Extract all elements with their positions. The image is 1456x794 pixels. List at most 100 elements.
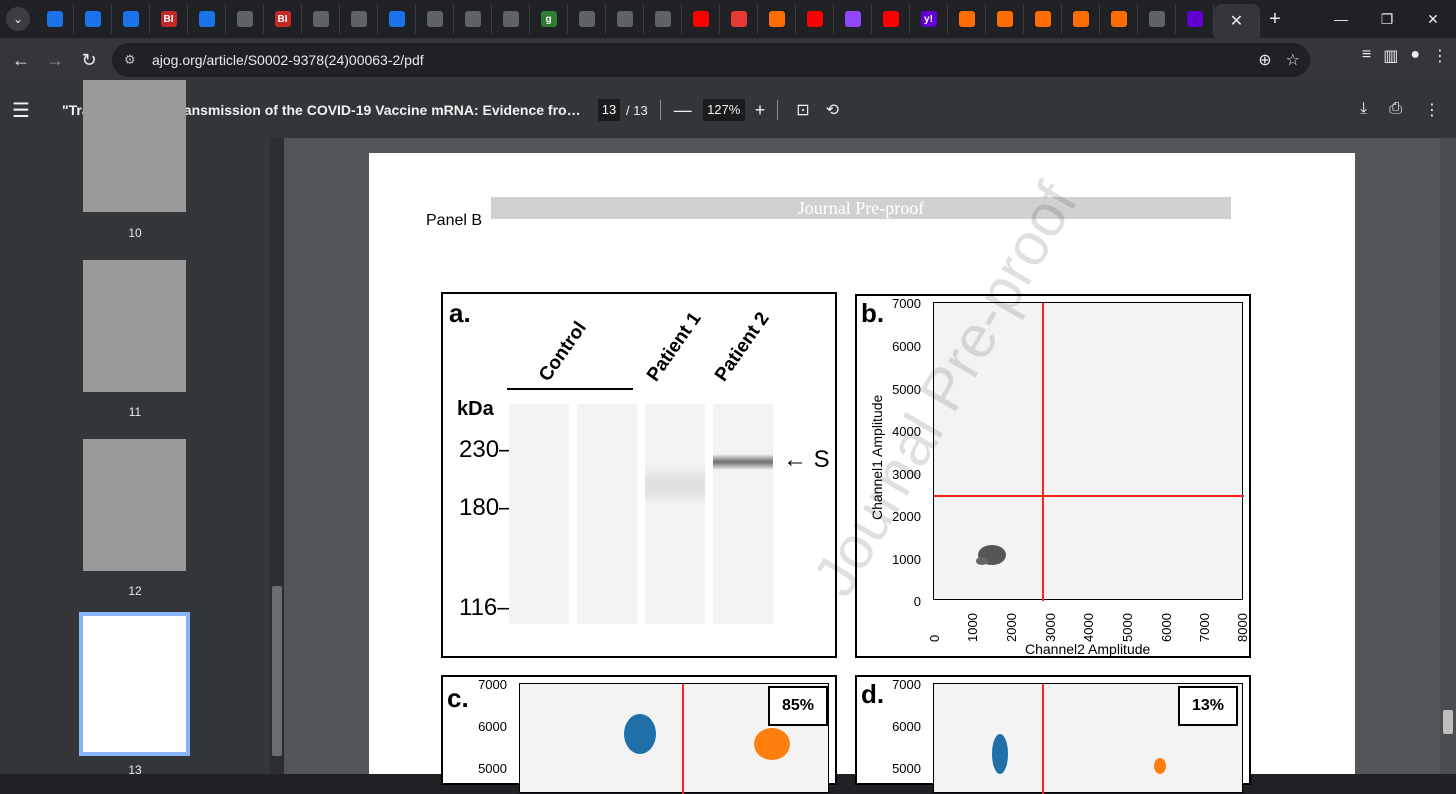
browser-tab-30[interactable]	[1176, 4, 1214, 34]
viewer-scroll-thumb[interactable]	[1443, 710, 1453, 734]
zoom-out-button[interactable]: —	[673, 100, 693, 121]
browser-tab-21[interactable]	[834, 4, 872, 34]
browser-tab-16[interactable]	[644, 4, 682, 34]
y-tick: 6000	[892, 339, 921, 354]
url-text[interactable]: ajog.org/article/S0002-9378(24)00063-2/p…	[152, 52, 424, 68]
browser-tab-12[interactable]	[492, 4, 530, 34]
reload-button[interactable]: ↻	[72, 43, 106, 77]
browser-tab-23[interactable]: y!	[910, 4, 948, 34]
browser-tab-7[interactable]	[302, 4, 340, 34]
browser-tab-11[interactable]	[454, 4, 492, 34]
tab-favicon-icon	[350, 11, 367, 27]
toolbar: ← → ↻ ⚙ ajog.org/article/S0002-9378(24)0…	[0, 38, 1456, 82]
side-panel-icon[interactable]: ▥	[1383, 46, 1398, 66]
browser-tab-27[interactable]	[1062, 4, 1100, 34]
tab-favicon-icon: BI	[274, 11, 291, 27]
profile-icon[interactable]: ●	[1410, 46, 1420, 66]
browser-tab-5[interactable]	[226, 4, 264, 34]
tab-favicon-icon	[1072, 11, 1089, 27]
x-tick: 3000	[1043, 613, 1058, 642]
browser-tab-20[interactable]	[796, 4, 834, 34]
thumbnail-page-10[interactable]	[83, 80, 186, 212]
new-tab-button[interactable]: +	[1260, 8, 1290, 31]
reading-list-icon[interactable]: ≡	[1362, 46, 1371, 66]
tab-favicon-icon	[198, 11, 215, 27]
browser-tab-0[interactable]	[36, 4, 74, 34]
x-tick: 8000	[1235, 613, 1250, 642]
control-bracket-line	[507, 388, 633, 390]
browser-menu-icon[interactable]: ⋮	[1432, 46, 1448, 66]
close-window-button[interactable]: ✕	[1410, 0, 1456, 38]
browser-tab-17[interactable]	[682, 4, 720, 34]
browser-tab-10[interactable]	[416, 4, 454, 34]
browser-tab-28[interactable]	[1100, 4, 1138, 34]
restore-button[interactable]: ❐	[1364, 0, 1410, 38]
browser-tab-1[interactable]	[74, 4, 112, 34]
tab-favicon-icon	[1110, 11, 1127, 27]
browser-tab-18[interactable]	[720, 4, 758, 34]
tab-search-button[interactable]: ⌄	[6, 7, 30, 31]
viewer-scrollbar[interactable]	[1440, 138, 1456, 774]
minimize-button[interactable]: —	[1318, 0, 1364, 38]
zoom-in-button[interactable]: +	[755, 100, 766, 121]
thumbnail-page-11[interactable]	[83, 260, 186, 392]
blot-lane-patient-2	[713, 404, 773, 624]
sidebar-scroll-thumb[interactable]	[272, 586, 282, 756]
page-total: / 13	[626, 102, 648, 118]
forward-button[interactable]: →	[38, 43, 72, 77]
tab-favicon-icon	[996, 11, 1013, 27]
ddpcr-plot-c: c. 85% 7000 6000 5000	[441, 675, 837, 794]
pdf-menu-icon[interactable]: ☰	[12, 98, 52, 123]
toolbar-divider	[659, 100, 661, 120]
address-bar[interactable]: ⚙ ajog.org/article/S0002-9378(24)00063-2…	[112, 43, 1310, 77]
back-button[interactable]: ←	[4, 43, 38, 77]
active-tab-close-button[interactable]: ✕	[1214, 4, 1260, 38]
site-info-icon[interactable]: ⚙	[124, 52, 144, 68]
browser-tab-9[interactable]	[378, 4, 416, 34]
tab-favicon-icon	[502, 11, 519, 27]
bookmark-star-icon[interactable]: ☆	[1286, 50, 1300, 70]
mw-marker-230: 230–	[459, 436, 513, 463]
blot-lane-patient-1	[645, 404, 705, 624]
browser-tab-14[interactable]	[568, 4, 606, 34]
browser-tab-13[interactable]: g	[530, 4, 568, 34]
tab-favicon-icon	[122, 11, 139, 27]
thumbnail-page-12[interactable]	[83, 439, 186, 571]
page-number-input[interactable]: 13	[598, 99, 620, 121]
tab-favicon-icon	[46, 11, 63, 27]
browser-tab-25[interactable]	[986, 4, 1024, 34]
browser-tab-24[interactable]	[948, 4, 986, 34]
tab-strip: ⌄ BI BI g y! ✕ + — ❐ ✕	[0, 0, 1456, 38]
tab-favicon-icon	[768, 11, 785, 27]
x-tick: 4000	[1081, 613, 1096, 642]
mw-marker-116: 116–	[459, 594, 511, 621]
browser-tab-6[interactable]: BI	[264, 4, 302, 34]
x-tick: 7000	[1197, 613, 1212, 642]
browser-tab-22[interactable]	[872, 4, 910, 34]
tab-favicon-icon	[882, 11, 899, 27]
browser-tab-29[interactable]	[1138, 4, 1176, 34]
browser-tab-4[interactable]	[188, 4, 226, 34]
toolbar-divider	[777, 100, 779, 120]
zoom-icon[interactable]: ⊕	[1258, 50, 1271, 70]
browser-tab-8[interactable]	[340, 4, 378, 34]
rotate-icon[interactable]: ⟲	[826, 100, 839, 120]
browser-tab-19[interactable]	[758, 4, 796, 34]
download-icon[interactable]: ⤓	[1360, 100, 1367, 120]
western-blot-figure: a. Control Patient 1 Patient 2 kDa 230– …	[441, 292, 837, 658]
more-options-icon[interactable]: ⋮	[1424, 100, 1440, 120]
browser-tab-2[interactable]	[112, 4, 150, 34]
thumbnail-page-13[interactable]	[79, 612, 190, 756]
sidebar-scrollbar[interactable]	[270, 138, 284, 774]
x-axis-label: Channel2 Amplitude	[1025, 641, 1151, 657]
spike-band	[713, 454, 773, 470]
x-tick: 6000	[1159, 613, 1174, 642]
zoom-level-input[interactable]: 127%	[702, 99, 745, 121]
browser-tab-3[interactable]: BI	[150, 4, 188, 34]
ddpcr-plot-b: b. 7000 6000 5000 4000 3000 2000 1000 0 …	[855, 294, 1251, 658]
print-icon[interactable]: ⎙	[1389, 100, 1402, 120]
fit-page-icon[interactable]: ⊡	[796, 100, 809, 120]
browser-tab-26[interactable]	[1024, 4, 1062, 34]
tab-favicon-icon: g	[540, 11, 557, 27]
browser-tab-15[interactable]	[606, 4, 644, 34]
